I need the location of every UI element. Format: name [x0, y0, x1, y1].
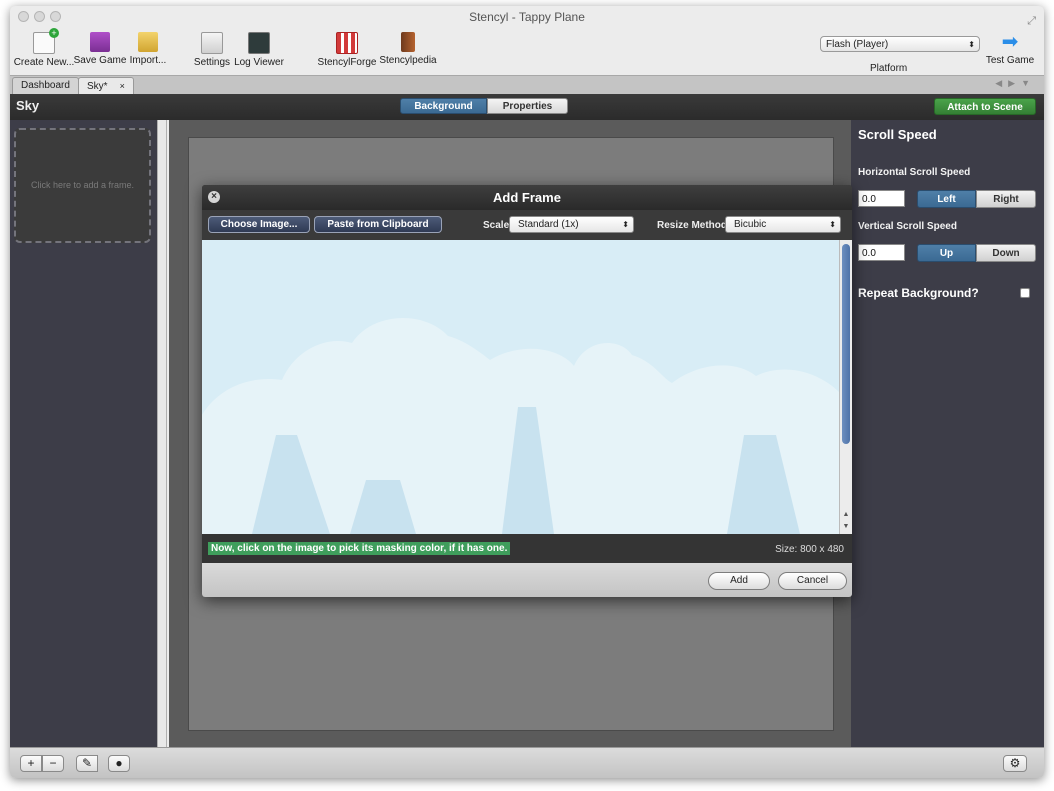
scroll-speed-heading: Scroll Speed	[858, 127, 937, 142]
edit-frame-button[interactable]: ✎	[76, 755, 98, 772]
minimize-window-button[interactable]	[34, 11, 45, 22]
settings-icon	[201, 32, 223, 54]
horizontal-right-button[interactable]: Right	[976, 190, 1036, 208]
horizontal-scroll-label: Horizontal Scroll Speed	[858, 167, 971, 178]
scroll-down-arrow-icon[interactable]: ▼	[840, 522, 852, 532]
document-tabs: Dashboard Sky* × ◀▶▼	[10, 75, 1044, 95]
dialog-header: × Add Frame	[202, 185, 852, 210]
dialog-toolbar: Choose Image... Paste from Clipboard Sca…	[202, 210, 852, 240]
add-frame-button[interactable]: +	[20, 755, 42, 772]
scale-select[interactable]: Standard (1x) ⬍	[509, 216, 634, 233]
vertical-up-button[interactable]: Up	[917, 244, 976, 262]
image-preview[interactable]	[202, 240, 839, 534]
stencylpedia-button[interactable]: Stencylpedia	[376, 32, 440, 66]
page-title: Sky	[16, 98, 40, 113]
horizontal-left-button[interactable]: Left	[917, 190, 976, 208]
dialog-status-bar: Now, click on the image to pick its mask…	[202, 534, 852, 563]
tab-dashboard[interactable]: Dashboard	[12, 77, 79, 94]
sky-background-image	[202, 240, 839, 534]
masking-color-hint: Now, click on the image to pick its mask…	[208, 542, 511, 555]
tab-close-icon[interactable]: ×	[120, 81, 125, 91]
frames-panel: Click here to add a frame.	[10, 120, 157, 747]
platform-select-value: Flash (Player)	[826, 39, 889, 50]
gear-icon: ⚙	[1009, 756, 1021, 770]
vertical-down-button[interactable]: Down	[976, 244, 1036, 262]
resize-method-select[interactable]: Bicubic ⬍	[725, 216, 841, 233]
image-size-label: Size: 800 x 480	[775, 544, 844, 555]
tab-background[interactable]: Background	[400, 98, 487, 114]
add-frame-dialog: × Add Frame Choose Image... Paste from C…	[202, 185, 852, 597]
repeat-background-label: Repeat Background?	[858, 286, 979, 300]
resize-method-label: Resize Method	[657, 220, 728, 231]
stencylforge-button[interactable]: StencylForge	[315, 32, 379, 68]
paste-clipboard-button[interactable]: Paste from Clipboard	[314, 216, 442, 233]
close-window-button[interactable]	[18, 11, 29, 22]
dialog-title: Add Frame	[493, 190, 561, 205]
window-title: Stencyl - Tappy Plane	[469, 10, 585, 24]
panel-splitter[interactable]	[157, 120, 167, 747]
scale-select-value: Standard (1x)	[518, 219, 579, 230]
test-game-label: Test Game	[985, 55, 1035, 66]
log-viewer-button[interactable]: Log Viewer	[227, 32, 291, 68]
repeat-background-checkbox[interactable]	[1020, 288, 1030, 298]
select-arrows-icon: ⬍	[968, 40, 975, 49]
tab-label: Dashboard	[21, 80, 70, 91]
title-bar: Stencyl - Tappy Plane ⤢	[10, 6, 1044, 28]
create-new-label: Create New...	[13, 57, 75, 68]
resize-method-value: Bicubic	[734, 219, 767, 230]
stencylforge-label: StencylForge	[317, 57, 377, 68]
attach-to-scene-button[interactable]: Attach to Scene	[934, 98, 1036, 115]
remove-frame-button[interactable]: −	[42, 755, 64, 772]
properties-panel: Scroll Speed Horizontal Scroll Speed 0.0…	[851, 120, 1044, 747]
bottom-toolbar: + − ✎ ● ⚙	[10, 747, 1044, 778]
record-icon: ●	[115, 756, 123, 770]
scale-label: Scale	[483, 220, 510, 231]
platform-label: Platform	[870, 63, 908, 74]
main-toolbar: + Create New... Save Game Import... Sett…	[10, 28, 1044, 74]
create-new-icon: +	[33, 28, 59, 54]
choose-image-button[interactable]: Choose Image...	[208, 216, 310, 233]
scroll-up-arrow-icon[interactable]: ▲	[840, 510, 852, 520]
select-arrows-icon: ⬍	[829, 220, 836, 229]
log-viewer-label: Log Viewer	[234, 57, 284, 68]
tab-label: Sky*	[87, 81, 108, 92]
import-icon	[138, 32, 158, 52]
select-arrows-icon: ⬍	[622, 220, 629, 229]
settings-menu-button[interactable]: ⚙	[1003, 755, 1027, 772]
vertical-scroll-input[interactable]: 0.0	[858, 244, 905, 261]
tab-sky[interactable]: Sky* ×	[78, 77, 134, 94]
import-label: Import...	[129, 55, 167, 66]
record-button[interactable]: ●	[108, 755, 130, 772]
tab-properties[interactable]: Properties	[487, 98, 568, 114]
horizontal-scroll-input[interactable]: 0.0	[858, 190, 905, 207]
settings-label: Settings	[193, 57, 231, 68]
preview-vertical-scrollbar[interactable]: ▲ ▼	[839, 240, 852, 534]
import-button[interactable]: Import...	[116, 32, 180, 66]
stencylforge-icon	[336, 32, 358, 54]
cancel-button[interactable]: Cancel	[778, 572, 847, 590]
resource-header: Sky Background Properties Attach to Scen…	[10, 94, 1044, 120]
tab-scroll-arrows[interactable]: ◀▶▼	[995, 78, 1036, 89]
log-viewer-icon	[248, 32, 270, 54]
scrollbar-thumb[interactable]	[842, 244, 850, 444]
test-game-button[interactable]: ➡ Test Game	[977, 32, 1043, 66]
test-game-icon: ➡	[1001, 31, 1019, 53]
save-game-icon	[90, 32, 110, 52]
vertical-scroll-label: Vertical Scroll Speed	[858, 221, 957, 232]
add-frame-slot[interactable]: Click here to add a frame.	[14, 128, 151, 243]
stencylpedia-icon	[401, 32, 415, 52]
stencylpedia-label: Stencylpedia	[379, 55, 437, 66]
create-new-button[interactable]: + Create New...	[12, 28, 76, 68]
add-button[interactable]: Add	[708, 572, 770, 590]
zoom-window-button[interactable]	[50, 11, 61, 22]
platform-select[interactable]: Flash (Player) ⬍	[820, 36, 980, 52]
pencil-icon: ✎	[81, 756, 93, 770]
dialog-footer: Add Cancel	[202, 563, 852, 597]
